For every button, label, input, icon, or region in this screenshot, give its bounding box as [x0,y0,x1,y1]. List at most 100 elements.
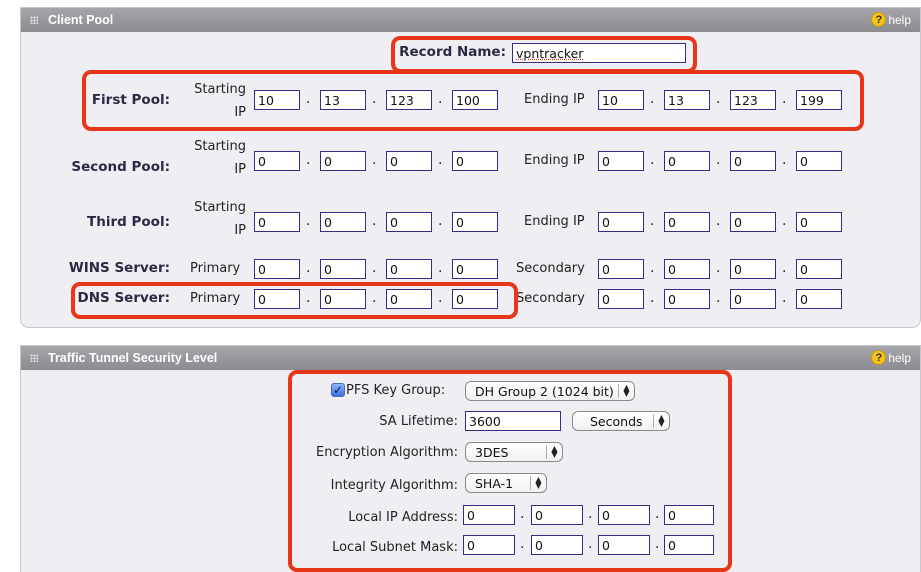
third-pool-start-octet-2[interactable] [320,212,366,232]
wins-primary-octet-2[interactable] [320,259,366,279]
checkmark-icon: ✓ [332,383,344,397]
client-pool-header: Client Pool ? help [21,8,920,32]
second-pool-start-octet-4[interactable] [452,151,498,171]
dot: . [438,260,443,276]
record-name-input[interactable] [512,43,686,63]
grip-icon[interactable] [30,16,38,24]
second-pool-start-octet-2[interactable] [320,151,366,171]
dns-secondary-octet-2[interactable] [664,289,710,309]
first-pool-start-octet-4[interactable] [452,90,498,110]
second-pool-start-octet-3[interactable] [386,151,432,171]
second-pool-ending-label: Ending IP [524,153,585,168]
help-icon: ? [871,350,887,365]
local-ip-octet-2[interactable] [531,505,583,525]
dns-secondary-octet-1[interactable] [598,289,644,309]
sa-lifetime-unit-value: Seconds [590,413,643,429]
dot: . [655,506,660,522]
local-subnet-octet-3[interactable] [598,535,650,555]
second-pool-end-octet-2[interactable] [664,151,710,171]
first-pool-end-octet-3[interactable] [730,90,776,110]
pfs-key-group-select[interactable]: DH Group 2 (1024 bit) ▲ ▼ [465,381,635,401]
second-pool-end-octet-4[interactable] [796,151,842,171]
integrity-algorithm-select[interactable]: SHA-1 ▲ ▼ [465,473,547,493]
dns-primary-octet-1[interactable] [254,289,300,309]
first-pool-end-octet-4[interactable] [796,90,842,110]
first-pool-end-octet-2[interactable] [664,90,710,110]
local-subnet-octet-2[interactable] [531,535,583,555]
dot: . [650,152,655,168]
first-pool-start-octet-2[interactable] [320,90,366,110]
record-name-label: Record Name: [399,44,506,60]
local-ip-octet-4[interactable] [664,505,714,525]
first-pool-ending-label: Ending IP [524,92,585,107]
client-pool-title: Client Pool [48,13,114,27]
wins-secondary-octet-4[interactable] [796,259,842,279]
dot: . [650,290,655,306]
pfs-key-group-label: PFS Key Group: [346,383,446,398]
pfs-key-group-value: DH Group 2 (1024 bit) [475,383,614,399]
third-pool-end-octet-2[interactable] [664,212,710,232]
wins-primary-label: Primary [190,261,241,276]
first-pool-start-octet-3[interactable] [386,90,432,110]
wins-primary-octet-4[interactable] [452,259,498,279]
sa-lifetime-label: SA Lifetime: [379,414,458,429]
dns-secondary-label: Secondary [516,291,585,306]
dns-primary-octet-3[interactable] [386,289,432,309]
local-subnet-octet-1[interactable] [463,535,515,555]
dns-server-label: DNS Server: [77,290,170,306]
dot: . [782,213,787,229]
grip-icon[interactable] [30,354,38,362]
third-pool-start-octet-4[interactable] [452,212,498,232]
local-subnet-mask-label: Local Subnet Mask: [332,540,458,555]
dot: . [520,536,525,552]
pfs-checkbox[interactable]: ✓ [331,383,345,397]
third-pool-start-octet-1[interactable] [254,212,300,232]
local-ip-octet-1[interactable] [463,505,515,525]
dot: . [655,536,660,552]
first-pool-starting-label: Starting IP [194,82,246,120]
dns-secondary-octet-3[interactable] [730,289,776,309]
wins-primary-octet-3[interactable] [386,259,432,279]
dot: . [716,290,721,306]
dns-primary-octet-2[interactable] [320,289,366,309]
encryption-algorithm-value: 3DES [475,444,509,460]
client-pool-help-link[interactable]: ? help [871,12,911,27]
wins-primary-octet-1[interactable] [254,259,300,279]
second-pool-end-octet-3[interactable] [730,151,776,171]
integrity-algorithm-value: SHA-1 [475,475,514,491]
local-ip-octet-3[interactable] [598,505,650,525]
third-pool-start-octet-3[interactable] [386,212,432,232]
dot: . [650,91,655,107]
encryption-algorithm-select[interactable]: 3DES ▲ ▼ [465,442,563,462]
second-pool-start-octet-1[interactable] [254,151,300,171]
dot: . [716,91,721,107]
dot: . [372,213,377,229]
sa-lifetime-input[interactable] [465,411,561,431]
traffic-tunnel-title: Traffic Tunnel Security Level [48,351,218,365]
wins-secondary-label: Secondary [516,261,585,276]
third-pool-end-octet-4[interactable] [796,212,842,232]
dns-primary-octet-4[interactable] [452,289,498,309]
third-pool-starting-label: Starting IP [194,200,246,238]
dot: . [650,260,655,276]
wins-secondary-octet-3[interactable] [730,259,776,279]
traffic-tunnel-header: Traffic Tunnel Security Level ? help [21,346,920,370]
first-pool-end-octet-1[interactable] [598,90,644,110]
dot: . [438,213,443,229]
wins-secondary-octet-1[interactable] [598,259,644,279]
second-pool-end-octet-1[interactable] [598,151,644,171]
second-pool-label: Second Pool: [71,159,170,175]
traffic-tunnel-help-link[interactable]: ? help [871,350,911,365]
wins-secondary-octet-2[interactable] [664,259,710,279]
sa-lifetime-unit-select[interactable]: Seconds ▲ ▼ [572,411,670,431]
dot: . [650,213,655,229]
dot: . [438,152,443,168]
dot: . [306,290,311,306]
dot: . [716,152,721,168]
first-pool-start-octet-1[interactable] [254,90,300,110]
dot: . [372,91,377,107]
third-pool-end-octet-3[interactable] [730,212,776,232]
third-pool-end-octet-1[interactable] [598,212,644,232]
dns-secondary-octet-4[interactable] [796,289,842,309]
local-subnet-octet-4[interactable] [664,535,714,555]
